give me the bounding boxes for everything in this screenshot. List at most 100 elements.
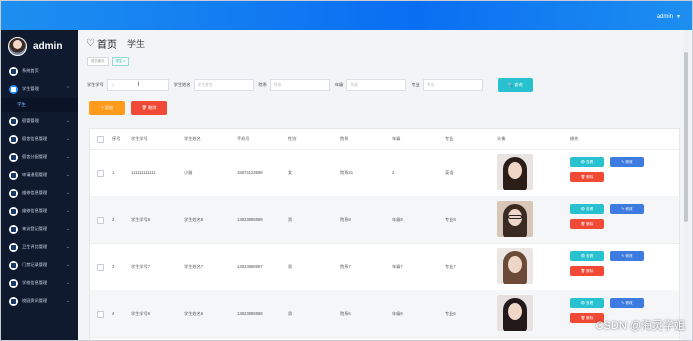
select-all-checkbox[interactable] xyxy=(97,136,104,143)
batch-delete-button[interactable]: 🗑 删除 xyxy=(131,101,167,115)
table-cell: 13823888887 xyxy=(237,264,263,269)
table-cell: 女 xyxy=(288,170,293,175)
column-header: 院系 xyxy=(340,136,349,141)
tag-student[interactable]: 学生 × xyxy=(111,57,130,66)
student-table: 序号 学生学号 学生姓名 手机号 性别 院系 年级 专业 头像 操作 1 111111111111 小雅… xyxy=(89,128,680,341)
menu-icon xyxy=(9,260,18,270)
vertical-scrollbar[interactable] xyxy=(683,30,689,341)
filter-input[interactable]: 专业 xyxy=(422,79,483,91)
filter-input[interactable]: 年级 xyxy=(346,79,407,91)
sidebar-item-label: 学校信息管理 xyxy=(22,280,48,285)
delete-button[interactable]: 🗑 删除 xyxy=(570,266,604,276)
sidebar-item[interactable]: 学生管理 ⌃ xyxy=(0,80,78,98)
watermark: CSDN @海灵学姐 xyxy=(595,320,685,332)
edit-button[interactable]: ✎ 修改 xyxy=(610,204,644,214)
row-checkbox[interactable] xyxy=(97,311,104,318)
table-row: 3 学生学号7 学生姓名7 13823888887 男 院系7 年级7 专业7 👁 查看 ✎ 修改… xyxy=(90,243,679,291)
column-header: 手机号 xyxy=(237,136,250,141)
table-cell: 年级8 xyxy=(392,217,403,222)
chevron-icon: ⌃ xyxy=(65,86,70,92)
filter-input[interactable]: ·1 I xyxy=(106,79,169,91)
input-placeholder: 专业 xyxy=(426,82,435,87)
table-cell: 111111111111 xyxy=(131,170,156,175)
sidebar-item-label: 来访登记管理 xyxy=(22,226,48,231)
filter-label: 学生学号 xyxy=(87,82,104,87)
filter-label: 专业 xyxy=(411,82,420,87)
student-photo xyxy=(497,295,533,331)
top-bar: admin ▼ xyxy=(0,0,693,30)
sidebar-item[interactable]: 来访登记管理 ⌄ xyxy=(0,220,78,238)
column-header: 操作 xyxy=(570,136,579,141)
chevron-icon: ⌄ xyxy=(65,154,70,160)
page-title: ♡ 首页 学生 xyxy=(86,36,145,51)
tag-home[interactable]: 首页面页 xyxy=(87,57,109,66)
scrollbar-thumb[interactable] xyxy=(684,52,688,222)
table-cell: 男 xyxy=(288,217,293,222)
brand-name: admin xyxy=(33,40,63,52)
column-header: 专业 xyxy=(445,136,454,141)
sidebar-item-label: 卫生评比管理 xyxy=(22,244,48,249)
chevron-icon: ⌄ xyxy=(65,118,70,124)
sidebar-item[interactable]: 宿舍分配管理 ⌄ xyxy=(0,148,78,166)
table-cell: 学生姓名8 xyxy=(184,217,204,222)
student-photo xyxy=(497,248,533,284)
sidebar-item[interactable]: 学校信息管理 ⌄ xyxy=(0,274,78,292)
edit-button[interactable]: ✎ 修改 xyxy=(610,157,644,167)
view-button[interactable]: 👁 查看 xyxy=(570,204,604,214)
row-checkbox[interactable] xyxy=(97,264,104,271)
menu-icon xyxy=(9,278,18,288)
sidebar-item-label: 申请退宿管理 xyxy=(22,172,48,177)
sidebar-item-label: 维修信息管理 xyxy=(22,190,48,195)
search-button[interactable]: 🔍 查询 xyxy=(497,78,533,92)
filter-input[interactable]: 学生姓名 xyxy=(193,79,254,91)
view-button[interactable]: 👁 查看 xyxy=(570,298,604,308)
column-header: 序号 xyxy=(112,136,121,141)
table-cell: 院系6 xyxy=(340,311,351,316)
input-placeholder: 学生姓名 xyxy=(197,82,213,87)
sidebar-nav: 系统首页 学生管理 ⌃ 学生 宿管管理 ⌄ 宿舍信息管理 ⌄ 宿舍分配管理 ⌄ 申请退宿管理 ⌄ 维修信… xyxy=(0,62,78,310)
menu-icon xyxy=(9,224,18,234)
row-checkbox[interactable] xyxy=(97,217,104,224)
table-cell: 年级6 xyxy=(392,311,403,316)
sidebar-item[interactable]: 维修信息管理 ⌄ xyxy=(0,184,78,202)
table-cell: 2 xyxy=(112,217,115,222)
filter-input[interactable]: 院系 xyxy=(269,79,330,91)
delete-button[interactable]: 🗑 删除 xyxy=(570,219,604,229)
user-name: admin xyxy=(656,14,674,20)
menu-icon xyxy=(9,170,18,180)
view-button[interactable]: 👁 查看 xyxy=(570,251,604,261)
menu-icon xyxy=(9,152,18,162)
user-menu[interactable]: admin ▼ xyxy=(657,14,681,20)
sidebar-item[interactable]: 门禁记录管理 ⌄ xyxy=(0,256,78,274)
sidebar-item[interactable]: 宿舍信息管理 ⌄ xyxy=(0,130,78,148)
menu-icon xyxy=(9,206,18,216)
table-cell: 年级7 xyxy=(392,264,403,269)
menu-icon xyxy=(9,296,18,306)
table-cell: 学生姓名7 xyxy=(184,264,204,269)
edit-button[interactable]: ✎ 修改 xyxy=(610,298,644,308)
table-cell: 专业8 xyxy=(445,217,456,222)
brand: admin xyxy=(0,30,78,62)
heart-icon: ♡ xyxy=(86,38,95,49)
edit-button[interactable]: ✎ 修改 xyxy=(610,251,644,261)
chevron-icon: ⌄ xyxy=(65,172,70,178)
view-button[interactable]: 👁 查看 xyxy=(570,157,604,167)
sidebar-item[interactable]: 系统首页 xyxy=(0,62,78,80)
sidebar-item[interactable]: 宿管管理 ⌄ xyxy=(0,112,78,130)
sidebar-item[interactable]: 维修信息管理 ⌄ xyxy=(0,202,78,220)
filter-label: 院系 xyxy=(258,82,267,87)
table-row: 1 111111111111 小雅 15874123698 女院系21 2 英语 👁 查看 ✎ … xyxy=(90,149,679,197)
sidebar-item[interactable]: 卫生评比管理 ⌄ xyxy=(0,238,78,256)
sidebar-item-label: 维修信息管理 xyxy=(22,208,48,213)
sidebar-subitem-student[interactable]: 学生 xyxy=(0,98,78,112)
delete-button[interactable]: 🗑 删除 xyxy=(570,172,604,182)
filter-label: 年级 xyxy=(334,82,344,87)
add-button[interactable]: + 添加 xyxy=(89,101,125,115)
menu-icon xyxy=(9,66,18,76)
table-cell: 4 xyxy=(112,311,115,316)
sidebar-item[interactable]: 申请退宿管理 ⌄ xyxy=(0,166,78,184)
row-checkbox[interactable] xyxy=(97,170,104,177)
caret-down-icon: ▼ xyxy=(676,14,681,20)
sidebar-item[interactable]: 校园资讯管理 ⌄ xyxy=(0,292,78,310)
tab-tags: 首页面页 学生 × xyxy=(87,57,130,66)
